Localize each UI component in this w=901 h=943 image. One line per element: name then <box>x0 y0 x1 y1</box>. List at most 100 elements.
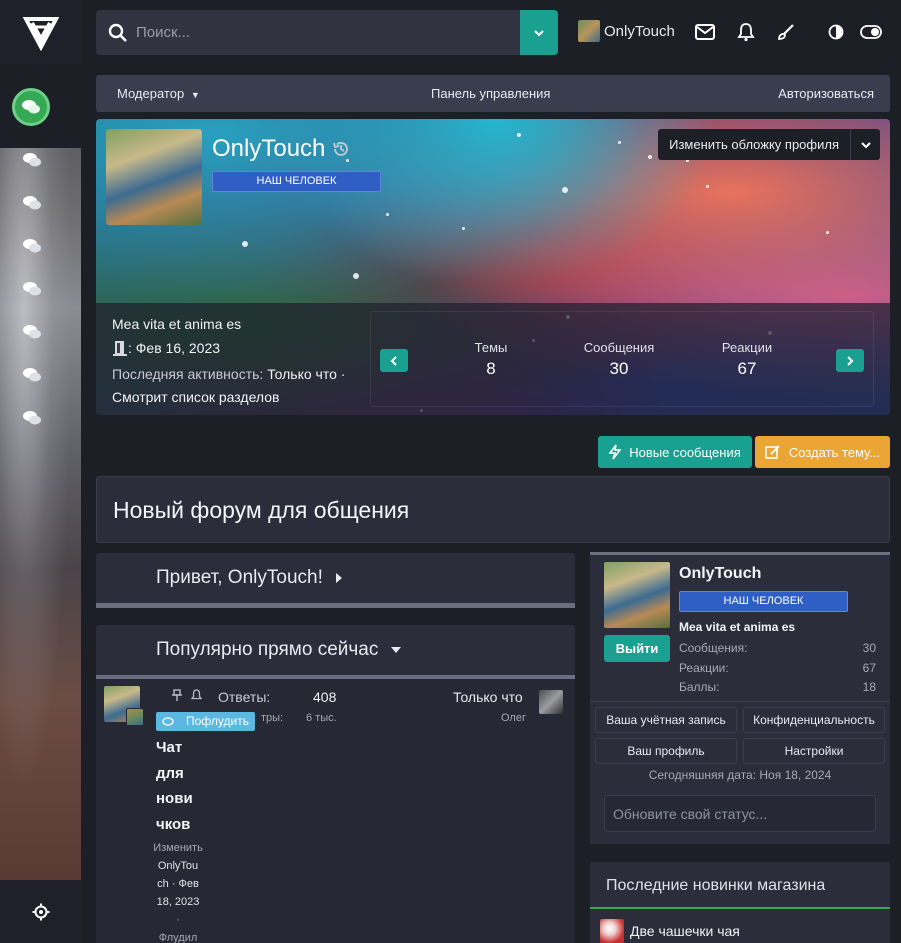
bolt-icon <box>609 444 622 460</box>
inbox-button[interactable] <box>694 22 716 42</box>
thread-row[interactable]: Пофлудить Чат для нови чков Изменить Onl… <box>96 679 575 943</box>
change-cover-button[interactable]: Изменить обложку профиля <box>658 129 880 160</box>
popular-block[interactable]: Популярно прямо сейчас <box>96 625 575 679</box>
last-poster-avatar[interactable] <box>539 690 563 714</box>
stat-threads[interactable]: Темы 8 <box>441 340 541 379</box>
moderator-menu[interactable]: Модератор ▼ <box>117 86 200 101</box>
sidebar-stat-reactions: Реакции: 67 <box>679 661 876 675</box>
search-box[interactable] <box>96 10 558 55</box>
stats-next-button[interactable] <box>836 349 864 372</box>
thread-forum-link[interactable]: Флудил <box>148 929 208 943</box>
new-posts-label: Новые сообщения <box>629 444 741 460</box>
chat-icon <box>23 196 41 210</box>
shop-item-thumbnail <box>600 919 624 943</box>
contrast-toggle[interactable] <box>825 22 847 42</box>
profile-avatar[interactable] <box>106 129 202 225</box>
today-date: Сегодняшняя дата: Ноя 18, 2024 <box>648 768 832 782</box>
last-post-user[interactable]: Олег <box>501 712 526 724</box>
greeting-block[interactable]: Привет, OnlyTouch! <box>96 553 575 608</box>
settings-link[interactable]: Настройки <box>743 738 885 764</box>
rail-item-5[interactable] <box>20 322 44 342</box>
authorize-link[interactable]: Авторизоваться <box>778 86 874 101</box>
replies-label: Ответы: <box>218 689 271 705</box>
rail-item-2[interactable] <box>20 193 44 213</box>
chat-icon <box>162 716 174 726</box>
rail-background <box>0 64 81 880</box>
thread-edit-link[interactable]: Изменить <box>148 839 208 857</box>
last-post-time[interactable]: Только что <box>453 689 523 705</box>
sidebar-user-badge: НАШ ЧЕЛОВЕК <box>679 591 848 612</box>
stats-prev-button[interactable] <box>380 349 408 372</box>
profile-name-row: OnlyTouch <box>212 135 351 163</box>
profile-cover: OnlyTouch НАШ ЧЕЛОВЕК Изменить обложку п… <box>96 119 890 415</box>
rail-item-7[interactable] <box>20 408 44 428</box>
stat-messages[interactable]: Сообщения 30 <box>569 340 669 379</box>
rail-item-3[interactable] <box>20 236 44 256</box>
stat-label: Реакции <box>721 340 773 355</box>
status-update-box[interactable] <box>604 795 876 832</box>
account-link[interactable]: Ваша учётная запись <box>595 707 737 733</box>
thread-last-poster-avatar[interactable] <box>126 708 144 726</box>
account-menu[interactable]: OnlyTouch <box>578 20 675 42</box>
create-thread-label: Создать тему... <box>788 444 881 460</box>
chat-icon <box>23 411 41 425</box>
greeting-title: Привет, OnlyTouch! <box>156 567 323 588</box>
status-input[interactable] <box>605 796 875 831</box>
privacy-link[interactable]: Конфиденциальность <box>743 707 885 733</box>
chat-icon <box>23 282 41 296</box>
profile-joined: : Фев 16, 2023 <box>112 340 220 356</box>
thread-title-line: нови <box>156 790 193 807</box>
profile-username: OnlyTouch <box>212 135 326 162</box>
thread-date: 18, 2023 <box>156 896 200 908</box>
alerts-button[interactable] <box>735 22 757 42</box>
thread-author[interactable]: OnlyTou <box>148 857 208 875</box>
shop-item[interactable]: Две чашечки чая <box>600 919 740 943</box>
envelope-icon <box>695 24 715 40</box>
rail-forums-active[interactable] <box>12 88 50 126</box>
sidebar-user-block: OnlyTouch НАШ ЧЕЛОВЕК Выйти Mea vita et … <box>590 552 890 788</box>
profile-stats: Темы 8 Сообщения 30 Реакции 67 <box>370 311 874 407</box>
stat-reactions[interactable]: Реакции 67 <box>697 340 797 379</box>
chat-icon <box>23 239 41 253</box>
control-panel-link[interactable]: Панель управления <box>431 86 550 101</box>
edit-icon <box>765 445 780 459</box>
profile-motto: Mea vita et anima es <box>112 316 242 332</box>
last-activity-label: Последняя активность: <box>112 366 264 382</box>
greeting-header: Привет, OnlyTouch! <box>156 567 343 589</box>
rail-settings[interactable] <box>0 880 81 943</box>
bell-icon <box>190 689 203 704</box>
logo-icon <box>22 17 59 51</box>
site-logo[interactable] <box>0 0 81 64</box>
search-options-button[interactable] <box>520 10 558 55</box>
page-title-block: Новый форум для общения <box>96 476 890 543</box>
avatar <box>578 20 600 42</box>
chat-icon <box>23 325 41 339</box>
rail-item-4[interactable] <box>20 279 44 299</box>
theme-switch[interactable] <box>859 22 883 42</box>
new-posts-button[interactable]: Новые сообщения <box>598 436 752 468</box>
joined-date: : Фев 16, 2023 <box>128 340 221 356</box>
stat-label: Темы <box>474 340 508 355</box>
sidebar-username[interactable]: OnlyTouch <box>679 565 761 583</box>
gear-icon <box>32 903 49 920</box>
contrast-icon <box>828 24 844 40</box>
door-icon <box>113 341 127 356</box>
shop-title[interactable]: Последние новинки магазина <box>606 877 825 895</box>
thread-prefix-badge[interactable]: Пофлудить <box>156 712 255 731</box>
popular-title: Популярно прямо сейчас <box>156 639 379 660</box>
caret-down-icon: ▼ <box>190 90 200 100</box>
logout-button[interactable]: Выйти <box>604 635 670 662</box>
profile-info-panel: Mea vita et anima es : Фев 16, 2023 Посл… <box>96 303 890 415</box>
sidebar-avatar[interactable] <box>604 562 670 628</box>
change-cover-dropdown[interactable] <box>850 129 880 160</box>
create-thread-button[interactable]: Создать тему... <box>755 436 890 468</box>
profile-link[interactable]: Ваш профиль <box>595 738 737 764</box>
style-chooser-button[interactable] <box>775 22 797 42</box>
rail-item-1[interactable] <box>20 150 44 170</box>
sidebar-stat-points: Баллы: 18 <box>679 680 876 694</box>
shop-block: Последние новинки магазина Две чашечки ч… <box>590 862 890 943</box>
rail-item-6[interactable] <box>20 365 44 385</box>
search-input[interactable] <box>136 24 496 41</box>
thread-title[interactable]: Чат для нови чков <box>156 735 216 837</box>
history-icon[interactable] <box>331 139 351 159</box>
